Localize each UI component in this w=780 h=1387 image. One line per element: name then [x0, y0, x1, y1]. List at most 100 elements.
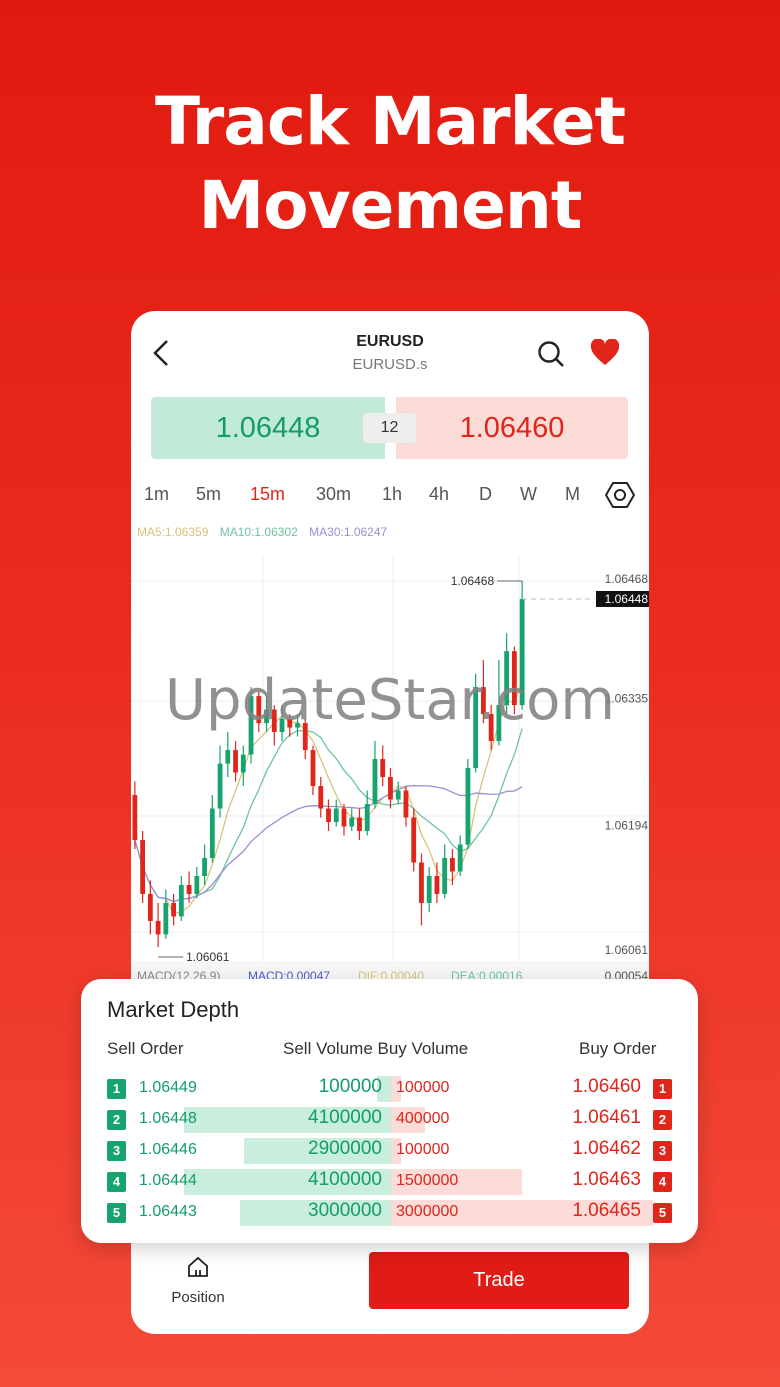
symbol-subtitle: EURUSD.s	[352, 356, 428, 373]
sell-order-price: 1.06446	[139, 1141, 197, 1158]
candle-body	[333, 808, 339, 823]
position-tab-label[interactable]: Position	[153, 1289, 243, 1306]
candle-body	[349, 817, 355, 827]
candle-body	[326, 808, 331, 823]
depth-row[interactable]: 4 1.06444 4100000 1500000 1.06463 4	[81, 1169, 698, 1197]
candle-body	[178, 884, 184, 917]
nav-bar: EURUSD EURUSD.s	[131, 311, 649, 391]
depth-row[interactable]: 5 1.06443 3000000 3000000 1.06465 5	[81, 1200, 698, 1228]
candle-body	[457, 844, 463, 872]
sell-order-header: Sell Order	[107, 1039, 184, 1058]
symbol-title: EURUSD	[356, 333, 424, 350]
candle-body	[403, 790, 409, 818]
buy-order-price: 1.06465	[572, 1200, 641, 1221]
sell-level-badge: 3	[107, 1141, 126, 1161]
candle-body	[388, 777, 393, 800]
home-position-icon[interactable]	[186, 1255, 210, 1279]
sell-order-price: 1.06449	[139, 1079, 197, 1096]
tab-1m[interactable]: 1m	[144, 484, 169, 505]
sell-level-badge: 4	[107, 1172, 126, 1192]
settings-hexagon-icon[interactable]	[605, 480, 635, 510]
buy-order-price: 1.06461	[572, 1107, 641, 1128]
timeframe-bar: 1m 5m 15m 30m 1h 4h D W M	[131, 476, 649, 512]
tab-30m[interactable]: 30m	[316, 484, 351, 505]
tab-1h[interactable]: 1h	[382, 484, 402, 505]
candle-body	[372, 759, 378, 805]
candle-body	[419, 862, 424, 903]
tab-4h[interactable]: 4h	[429, 484, 449, 505]
candle-body	[171, 902, 176, 917]
buy-level-badge: 4	[653, 1172, 672, 1192]
tab-15m[interactable]: 15m	[250, 484, 285, 505]
depth-row[interactable]: 2 1.06448 4100000 400000 1.06461 2	[81, 1107, 698, 1135]
candle-body	[442, 857, 448, 894]
candle-body	[380, 759, 386, 778]
y-axis-label: 1.06194	[605, 818, 649, 832]
sell-order-price: 1.06448	[139, 1110, 197, 1127]
candle-body	[202, 857, 207, 876]
tab-m[interactable]: M	[565, 484, 580, 505]
trade-button[interactable]: Trade	[369, 1252, 629, 1309]
sell-volume: 2900000	[308, 1138, 382, 1159]
buy-volume: 400000	[396, 1110, 450, 1127]
y-axis-label: 1.06061	[605, 943, 649, 957]
candle-body	[395, 790, 401, 800]
candle-body	[411, 817, 417, 863]
buy-order-header: Buy Order	[579, 1039, 657, 1058]
buy-quote-button[interactable]: 1.06460	[396, 397, 628, 459]
candle-body	[465, 768, 471, 845]
candle-body	[140, 839, 146, 894]
candle-body	[310, 750, 316, 787]
candle-body	[217, 763, 223, 809]
candle-body	[233, 750, 238, 773]
tab-5m[interactable]: 5m	[196, 484, 221, 505]
candle-body	[155, 920, 161, 935]
sell-volume: 3000000	[308, 1200, 382, 1221]
current-price-label: 1.06448	[605, 592, 649, 606]
sell-level-badge: 1	[107, 1079, 126, 1099]
candle-body	[426, 875, 432, 903]
candle-body	[341, 808, 347, 827]
candle-body	[132, 795, 138, 840]
spread-badge: 12	[363, 413, 416, 443]
buy-order-price: 1.06460	[572, 1076, 641, 1097]
candle-body	[225, 750, 231, 764]
candle-body	[450, 857, 455, 872]
candle-body	[364, 804, 370, 831]
hero-line-2: Movement	[198, 167, 583, 244]
sell-volume: 100000	[318, 1076, 382, 1097]
candlestick-chart[interactable]: 1.064681.063351.061941.060611.064681.060…	[131, 536, 649, 996]
candle-body	[240, 754, 246, 773]
search-icon[interactable]	[536, 339, 566, 369]
watermark-text: UpdateStar.com	[165, 668, 615, 733]
depth-row[interactable]: 1 1.06449 100000 100000 1.06460 1	[81, 1076, 698, 1104]
favorite-heart-icon[interactable]	[590, 339, 620, 367]
sell-order-price: 1.06444	[139, 1172, 197, 1189]
depth-row[interactable]: 3 1.06446 2900000 100000 1.06462 3	[81, 1138, 698, 1166]
market-depth-card: Market Depth Sell Order Sell Volume Buy …	[81, 979, 698, 1243]
tab-w[interactable]: W	[520, 484, 537, 505]
sell-volume: 4100000	[308, 1169, 382, 1190]
candle-body	[186, 884, 192, 894]
buy-volume: 3000000	[396, 1203, 459, 1220]
sell-price: 1.06448	[215, 412, 321, 444]
sell-volume: 4100000	[308, 1107, 382, 1128]
sell-level-badge: 2	[107, 1110, 126, 1130]
sell-quote-button[interactable]: 1.06448	[151, 397, 385, 459]
hero-title: Track Market Movement	[0, 80, 780, 248]
candle-body	[209, 808, 215, 858]
bottom-bar: Position Trade	[131, 1241, 649, 1334]
buy-volume: 100000	[396, 1141, 450, 1158]
tab-d[interactable]: D	[479, 484, 492, 505]
buy-order-price: 1.06462	[572, 1138, 641, 1159]
y-axis-label: 1.06468	[605, 572, 649, 586]
buy-order-price: 1.06463	[572, 1169, 641, 1190]
market-depth-title: Market Depth	[107, 997, 240, 1022]
candle-body	[163, 902, 169, 935]
candle-body	[318, 786, 324, 809]
candle-body	[194, 875, 200, 894]
buy-level-badge: 5	[653, 1203, 672, 1223]
sell-level-badge: 5	[107, 1203, 126, 1223]
buy-volume: 100000	[396, 1079, 450, 1096]
buy-level-badge: 2	[653, 1110, 672, 1130]
